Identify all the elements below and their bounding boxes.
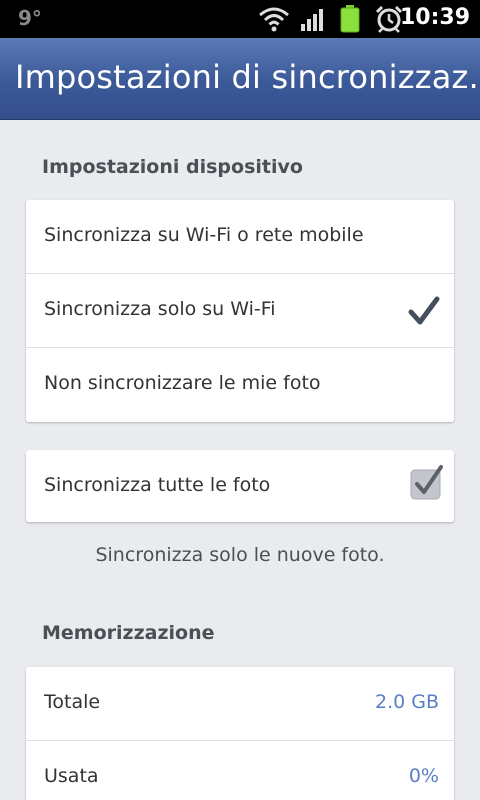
storage-value: 2.0 GB	[374, 691, 439, 713]
signal-icon	[301, 9, 323, 31]
status-bar: 9° 10:39	[0, 0, 480, 38]
sync-all-card: Sincronizza tutte le foto	[26, 450, 454, 522]
storage-label: Totale	[44, 691, 101, 713]
option-label: Sincronizza su Wi-Fi o rete mobile	[44, 224, 364, 246]
section-heading-device-settings: Impostazioni dispositivo	[42, 156, 303, 178]
option-label: Sincronizza solo su Wi-Fi	[44, 298, 276, 320]
storage-value: 0%	[408, 765, 439, 787]
notification-indicator: 9°	[18, 6, 42, 30]
storage-label: Usata	[44, 765, 99, 787]
battery-icon	[340, 5, 360, 33]
storage-row-used: Usata 0%	[26, 741, 454, 800]
sync-option-wifi-or-mobile[interactable]: Sincronizza su Wi-Fi o rete mobile	[26, 200, 454, 274]
option-label: Non sincronizzare le mie foto	[44, 372, 321, 394]
sync-all-photos-row[interactable]: Sincronizza tutte le foto	[26, 450, 454, 522]
sync-option-wifi-only[interactable]: Sincronizza solo su Wi-Fi	[26, 274, 454, 348]
sync-all-checkbox[interactable]	[408, 464, 444, 500]
sync-note: Sincronizza solo le nuove foto.	[95, 544, 385, 566]
clock: 10:39	[399, 5, 470, 30]
title-bar: Impostazioni di sincronizzaz...	[0, 38, 480, 120]
storage-row-total: Totale 2.0 GB	[26, 667, 454, 741]
sync-all-label: Sincronizza tutte le foto	[44, 474, 271, 496]
page-title: Impostazioni di sincronizzaz...	[15, 58, 480, 96]
checkmark-icon	[408, 296, 440, 325]
wifi-icon	[259, 7, 289, 32]
sync-option-none[interactable]: Non sincronizzare le mie foto	[26, 348, 454, 422]
storage-card: Totale 2.0 GB Usata 0%	[26, 667, 454, 800]
sync-options-card: Sincronizza su Wi-Fi o rete mobile Sincr…	[26, 200, 454, 422]
section-heading-storage: Memorizzazione	[42, 622, 215, 644]
